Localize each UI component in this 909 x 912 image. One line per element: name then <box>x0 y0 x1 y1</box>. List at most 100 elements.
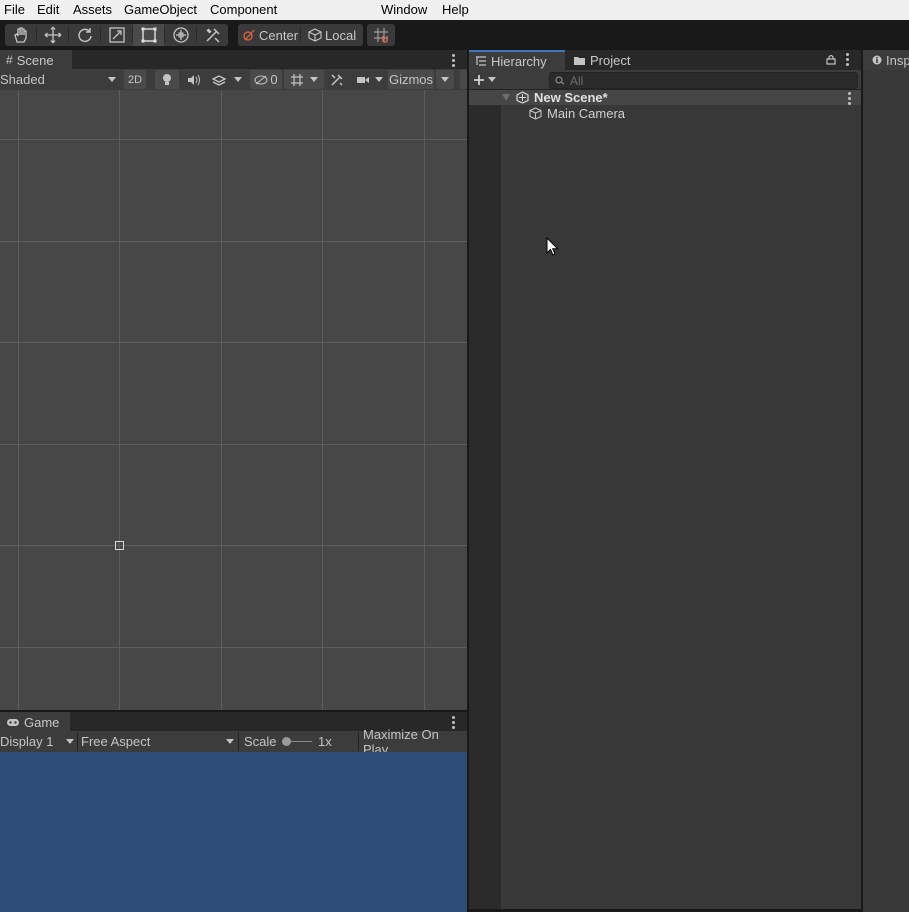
rotate-tool-button[interactable] <box>69 24 100 46</box>
menu-edit[interactable]: Edit <box>37 2 59 18</box>
custom-tool-icon <box>205 28 220 43</box>
grid-snap-button[interactable] <box>367 24 395 46</box>
toggle-2d-button[interactable]: 2D <box>124 70 146 89</box>
inspector-panel: Insp <box>863 50 909 912</box>
custom-tool-button[interactable] <box>197 24 228 46</box>
search-field-edge[interactable] <box>460 70 467 89</box>
grid-toggle-icon <box>291 73 303 86</box>
menu-assets[interactable]: Assets <box>73 2 112 18</box>
scene-options-icon[interactable] <box>848 92 851 107</box>
tab-hierarchy[interactable]: Hierarchy <box>469 50 565 70</box>
aspect-dropdown[interactable]: Free Aspect <box>81 732 236 751</box>
expand-arrow-icon[interactable] <box>502 94 510 101</box>
pivot-rotation-toggle[interactable]: Local <box>304 24 360 46</box>
menu-component[interactable]: Component <box>210 2 277 18</box>
transform-tool-button[interactable] <box>165 24 196 46</box>
gizmos-button[interactable]: Gizmos <box>388 70 434 89</box>
chevron-down-icon <box>66 739 74 744</box>
game-viewport[interactable] <box>0 752 467 912</box>
create-dropdown[interactable] <box>473 72 496 87</box>
scale-value: 1x <box>318 734 332 749</box>
camera-gizmo[interactable] <box>115 541 124 550</box>
search-input[interactable]: All <box>549 72 858 89</box>
toggle-2d-label: 2D <box>127 73 143 86</box>
lighting-toggle[interactable] <box>155 70 179 89</box>
tab-game[interactable]: Game <box>0 712 70 732</box>
local-cube-icon <box>308 28 322 42</box>
tab-project[interactable]: Project <box>567 50 636 70</box>
gameobject-cube-icon <box>529 107 542 120</box>
tools-toggle[interactable] <box>327 70 347 89</box>
layers-effects-icon <box>212 74 226 86</box>
scale-slider[interactable] <box>282 737 312 746</box>
lightbulb-icon <box>163 73 171 85</box>
hand-tool-icon <box>13 27 27 43</box>
aspect-value: Free Aspect <box>81 734 151 749</box>
menu-file[interactable]: File <box>4 2 25 18</box>
hierarchy-tab-bar: Hierarchy Project <box>469 50 861 70</box>
inspector-tab-label: Insp <box>886 52 909 68</box>
hierarchy-item[interactable]: Main Camera <box>469 106 861 122</box>
display-value: Display 1 <box>0 734 54 749</box>
hierarchy-menu-icon[interactable] <box>846 53 849 68</box>
hidden-objects-toggle[interactable]: 0 <box>250 70 282 89</box>
pivot-toggles: Center Local <box>238 24 363 46</box>
scale-tool-icon <box>108 27 125 43</box>
transform-tools <box>5 24 228 46</box>
pivot-position-toggle[interactable]: Center <box>238 24 302 46</box>
hierarchy-tree[interactable] <box>501 90 861 910</box>
wrench-icon <box>331 73 343 86</box>
lock-icon[interactable] <box>826 54 836 65</box>
unity-scene-icon <box>516 91 529 104</box>
main-toolbar: Center Local <box>0 20 909 50</box>
hierarchy-item-label: Main Camera <box>547 106 626 121</box>
shading-mode-value: Shaded <box>0 72 45 87</box>
scale-tool-button[interactable] <box>101 24 132 46</box>
scene-header-row[interactable]: New Scene* <box>469 90 861 105</box>
chevron-down-icon <box>108 77 116 82</box>
move-tool-button[interactable] <box>37 24 68 46</box>
project-tab-label: Project <box>590 52 631 68</box>
maximize-on-play-toggle[interactable]: Maximize On Play <box>363 727 467 757</box>
shading-mode-dropdown[interactable]: Shaded <box>0 70 118 89</box>
folder-icon <box>574 56 585 65</box>
tab-scene[interactable]: # Scene <box>0 50 72 70</box>
game-toolbar: Display 1 Free Aspect Scale 1x Maximize … <box>0 727 467 757</box>
plus-icon <box>474 74 484 85</box>
center-pivot-icon <box>243 29 255 41</box>
audio-toggle[interactable] <box>183 70 205 89</box>
scene-menu-icon[interactable] <box>452 54 455 69</box>
gizmos-label: Gizmos <box>388 72 434 87</box>
camera-settings-dropdown[interactable] <box>352 70 386 89</box>
rect-tool-button[interactable] <box>133 24 164 46</box>
scene-tab-label: Scene <box>16 52 54 68</box>
hidden-count: 0 <box>270 72 278 87</box>
chevron-down-icon <box>226 739 234 744</box>
chevron-down-icon <box>310 77 318 82</box>
effects-dropdown[interactable] <box>208 70 246 89</box>
search-icon <box>555 76 565 85</box>
scene-toolbar: Shaded 2D 0 Gizmos <box>0 69 467 91</box>
menu-help[interactable]: Help <box>442 2 469 18</box>
gizmos-dropdown[interactable] <box>436 70 454 89</box>
grid-snap-icon <box>374 28 388 43</box>
transform-tool-icon <box>172 27 189 43</box>
menu-window[interactable]: Window <box>381 2 427 18</box>
menu-bar: File Edit Assets GameObject Component Wi… <box>0 0 909 20</box>
game-tab-label: Game <box>24 714 60 730</box>
hand-tool-button[interactable] <box>5 24 36 46</box>
move-tool-icon <box>44 26 61 44</box>
grid-visibility-dropdown[interactable] <box>284 70 324 89</box>
scale-slider-thumb[interactable] <box>282 737 291 746</box>
hierarchy-gutter <box>469 90 501 910</box>
hierarchy-list-icon <box>476 56 486 66</box>
grid-hash-icon: # <box>6 53 13 67</box>
display-dropdown[interactable]: Display 1 <box>0 732 76 751</box>
speaker-icon <box>188 74 200 85</box>
tab-inspector[interactable]: Insp <box>863 50 909 70</box>
scene-viewport[interactable] <box>0 90 467 710</box>
menu-gameobject[interactable]: GameObject <box>124 2 197 18</box>
chevron-down-icon <box>488 77 496 82</box>
chevron-down-icon <box>374 77 383 82</box>
chevron-down-icon <box>234 77 242 82</box>
